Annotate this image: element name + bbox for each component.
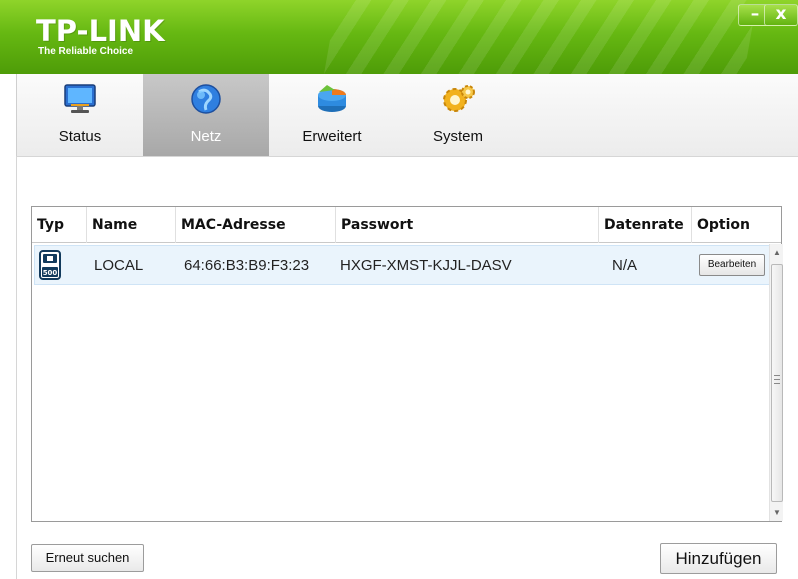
gear-icon [443, 85, 475, 112]
scroll-down-arrow-icon[interactable]: ▼ [770, 506, 784, 520]
device-table: Typ Name MAC-Adresse Passwort Datenrate … [31, 206, 783, 522]
tab-netz-label: Netz [190, 128, 222, 145]
column-header-name[interactable]: Name [87, 207, 176, 243]
powerline-adapter-icon: 500 [39, 250, 61, 280]
cell-name: LOCAL [94, 257, 144, 274]
table-header: Typ Name MAC-Adresse Passwort Datenrate … [32, 207, 781, 243]
cell-password: HXGF-XMST-KJJL-DASV [340, 257, 512, 274]
column-header-mac[interactable]: MAC-Adresse [176, 207, 336, 243]
header-decoration [315, 0, 765, 74]
adapter-label: 500 [43, 269, 58, 277]
column-header-passwort[interactable]: Passwort [336, 207, 599, 243]
tab-status[interactable]: Status [17, 74, 143, 156]
column-header-typ[interactable]: Typ [32, 207, 87, 243]
scroll-thumb[interactable] [771, 264, 783, 502]
scroll-grip-icon [774, 375, 780, 384]
tab-separator [16, 156, 798, 157]
tab-status-label: Status [58, 128, 102, 145]
tab-bar: Status Netz Erweitert System [16, 74, 798, 156]
column-header-datenrate[interactable]: Datenrate [599, 207, 692, 243]
tab-system-label: System [432, 128, 483, 145]
tab-netz[interactable]: Netz [143, 74, 269, 156]
app-header: TP-LINK The Reliable Choice – x [0, 0, 798, 74]
brand-logo: TP-LINK [36, 14, 165, 48]
pie-chart-icon [318, 85, 346, 112]
monitor-icon [64, 84, 96, 113]
scroll-up-arrow-icon[interactable]: ▲ [770, 246, 784, 260]
tab-system[interactable]: System [395, 74, 521, 156]
tab-erweitert[interactable]: Erweitert [269, 74, 395, 156]
table-row[interactable]: 500 LOCAL 64:66:B3:B9:F3:23 HXGF-XMST-KJ… [34, 245, 770, 285]
vertical-scrollbar[interactable]: ▲ ▼ [769, 244, 783, 521]
content-left-border [16, 156, 17, 579]
brand-tagline: The Reliable Choice [38, 46, 134, 57]
cell-rate: N/A [612, 257, 638, 274]
globe-icon [191, 84, 221, 114]
column-header-option[interactable]: Option [692, 207, 781, 243]
tab-erweitert-label: Erweitert [302, 128, 362, 145]
cell-mac: 64:66:B3:B9:F3:23 [184, 257, 310, 274]
close-button[interactable]: x [764, 4, 798, 26]
edit-button[interactable]: Bearbeiten [699, 254, 765, 276]
add-button[interactable]: Hinzufügen [660, 543, 777, 574]
rescan-button[interactable]: Erneut suchen [31, 544, 144, 572]
